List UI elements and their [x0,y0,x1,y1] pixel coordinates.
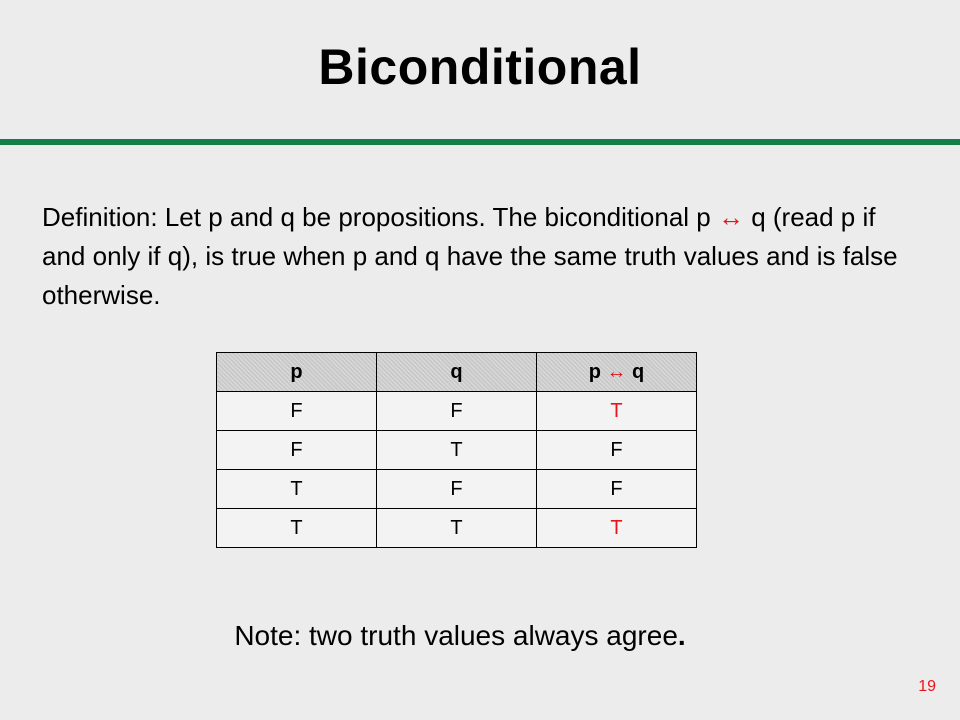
header-arrow-icon: ↔ [606,360,627,383]
truth-table: p q p ↔ q F F T F T F T F F T T T [216,352,697,548]
note-body: Note: two truth values always agree [234,620,678,651]
title-divider [0,139,960,145]
table-row: F T F [216,430,697,470]
note-period: . [677,620,686,651]
header-biconditional: p ↔ q [536,352,697,392]
slide-title: Biconditional [318,39,642,95]
table-cell: F [216,430,377,470]
header-biconditional-right: q [626,360,645,383]
table-row: T F F [216,469,697,509]
table-cell: T [376,430,537,470]
table-cell: T [376,508,537,548]
slide-number: 19 [918,678,936,695]
table-row: F F T [216,391,697,431]
table-cell: T [216,508,377,548]
truth-table-header-row: p q p ↔ q [216,352,697,392]
header-q: q [376,352,537,392]
table-cell-result: T [536,391,697,431]
table-cell-result: T [536,508,697,548]
table-cell: F [376,391,537,431]
table-cell: F [216,391,377,431]
note-text: Note: two truth values always agree. [0,620,920,652]
header-p: p [216,352,377,392]
table-cell-result: F [536,469,697,509]
table-cell: T [216,469,377,509]
header-biconditional-left: p [588,360,607,383]
definition-text: Definition: Let p and q be propositions.… [42,198,922,315]
definition-part-1: Definition: Let p and q be propositions.… [42,202,718,232]
biconditional-arrow-icon: ↔ [717,202,744,232]
table-cell-result: F [536,430,697,470]
table-cell: F [376,469,537,509]
table-row: T T T [216,508,697,548]
